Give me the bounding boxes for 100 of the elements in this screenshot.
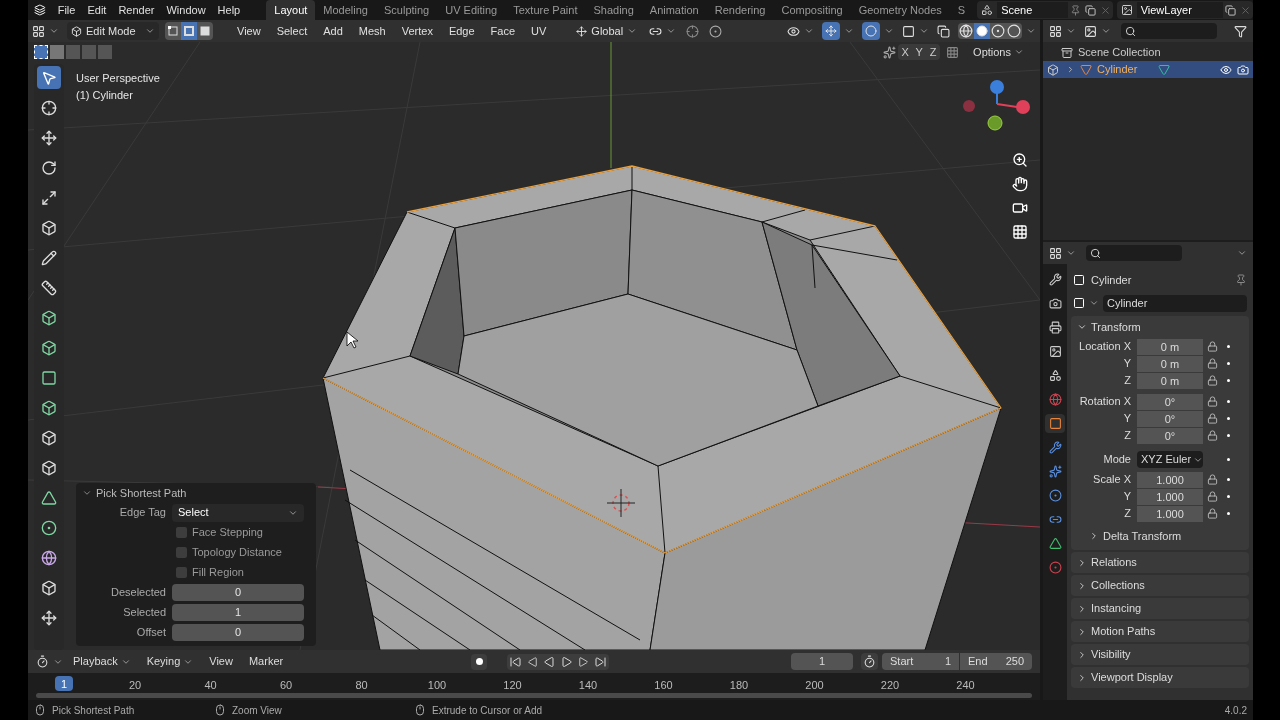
start-frame-field[interactable]: Start 1 — [882, 653, 960, 670]
stopwatch-icon[interactable] — [861, 653, 878, 670]
auto-merge-icon[interactable] — [946, 45, 960, 59]
outliner-type-icon[interactable] — [1049, 24, 1062, 38]
number-field[interactable]: 0 — [172, 624, 304, 641]
select-mode-button[interactable] — [165, 22, 181, 40]
expand-icon[interactable] — [1077, 580, 1087, 591]
playhead[interactable]: 1 — [55, 676, 73, 691]
search-field[interactable] — [1086, 245, 1182, 261]
expand-icon[interactable] — [1089, 531, 1099, 541]
navigation-gizmo-drawing[interactable] — [963, 80, 1030, 131]
panel-header[interactable]: Motion Paths — [1071, 621, 1249, 642]
mesh-data-icon[interactable] — [1158, 63, 1171, 76]
gizmo-toggle[interactable] — [822, 22, 840, 40]
copy-icon[interactable] — [1084, 4, 1096, 16]
select-box-icon[interactable] — [37, 66, 61, 89]
menu-item[interactable]: Vertex — [395, 22, 439, 40]
workspace-tab[interactable]: Modeling — [315, 0, 376, 20]
panel-title[interactable]: Transform — [1091, 318, 1141, 336]
panel-header[interactable]: Instancing — [1071, 598, 1249, 619]
expand-icon[interactable] — [1077, 322, 1087, 332]
copy-icon[interactable] — [1225, 4, 1236, 16]
checkbox[interactable] — [176, 547, 187, 558]
select-mode-toolbar[interactable] — [34, 45, 112, 59]
edge-tag-dropdown[interactable]: Select — [172, 503, 304, 522]
workspace-tab[interactable]: Animation — [641, 0, 707, 20]
menu-item[interactable]: Mesh — [352, 22, 392, 40]
object-icon[interactable] — [1045, 414, 1065, 433]
panel-header[interactable]: Visibility — [1071, 644, 1249, 665]
lock-icon[interactable] — [1207, 474, 1218, 485]
expand-icon[interactable] — [82, 488, 92, 498]
menu-item[interactable]: Face — [484, 22, 522, 40]
search-field[interactable] — [1121, 23, 1217, 39]
workspace-tab[interactable]: S — [949, 0, 974, 20]
lock-icon[interactable] — [1207, 430, 1218, 441]
snap-icon[interactable] — [686, 24, 700, 38]
number-field[interactable]: 0 — [172, 584, 304, 601]
menu-item[interactable]: View — [203, 653, 239, 670]
menu-item[interactable]: Edge — [442, 22, 481, 40]
eye-icon[interactable] — [1220, 63, 1232, 76]
pin-icon[interactable] — [1235, 274, 1247, 286]
workspace-tab[interactable]: UV Editing — [437, 0, 506, 20]
name-field[interactable]: Cylinder — [1103, 294, 1247, 312]
solid-shading-button[interactable] — [974, 23, 990, 39]
lock-icon[interactable] — [1207, 396, 1218, 407]
wireframe-shading-icon[interactable] — [958, 23, 974, 39]
menu-item[interactable]: Playback — [67, 653, 137, 670]
number-field[interactable]: 0 m — [1137, 355, 1203, 372]
mirror-icon[interactable] — [883, 45, 897, 59]
menu-item[interactable]: Help — [211, 1, 247, 19]
panel-header[interactable]: Collections — [1071, 575, 1249, 596]
properties-type-icon[interactable] — [1049, 246, 1062, 260]
lock-icon[interactable] — [1207, 491, 1218, 502]
cylinder-mesh-drawing[interactable] — [322, 165, 1002, 650]
end-frame-field[interactable]: End 250 — [960, 653, 1032, 670]
scrollbar[interactable] — [36, 693, 1032, 698]
hand-icon[interactable] — [1012, 176, 1028, 192]
expand-icon[interactable] — [1077, 672, 1087, 683]
menu-item[interactable]: Window — [160, 1, 212, 19]
axis-toggle[interactable]: Y — [912, 43, 927, 61]
overlay-toggle[interactable] — [862, 22, 880, 40]
expand-icon[interactable] — [1077, 557, 1087, 568]
current-frame-field[interactable]: 1 — [791, 653, 853, 670]
workspace-tab[interactable]: Compositing — [773, 0, 851, 20]
number-field[interactable]: 1.000 — [1137, 471, 1203, 488]
lock-icon[interactable] — [1207, 508, 1218, 519]
visibility-icon[interactable] — [787, 24, 800, 38]
checkbox[interactable] — [176, 527, 187, 538]
number-field[interactable]: 1.000 — [1137, 505, 1203, 522]
object-icon[interactable] — [1073, 297, 1085, 309]
subpanel-title[interactable]: Delta Transform — [1103, 527, 1182, 545]
logo-icon[interactable] — [34, 3, 46, 17]
number-field[interactable]: 1 — [172, 604, 304, 621]
number-field[interactable]: 0 m — [1137, 338, 1203, 355]
expand-icon[interactable] — [1077, 626, 1087, 637]
expand-icon[interactable] — [1077, 649, 1087, 660]
scene-field[interactable]: Scene — [997, 2, 1068, 18]
panel-header[interactable]: Relations — [1071, 552, 1249, 573]
mode-dropdown[interactable]: Edit Mode — [67, 22, 159, 40]
zoom-icon[interactable] — [1012, 152, 1028, 168]
select-mode-button[interactable] — [197, 22, 213, 40]
menu-item[interactable]: View — [231, 22, 267, 40]
material-shading-icon[interactable] — [990, 23, 1006, 39]
view-layer-field[interactable]: ViewLayer — [1136, 2, 1223, 18]
number-field[interactable]: 0° — [1137, 427, 1203, 444]
camera-icon[interactable] — [1012, 200, 1028, 216]
menu-item[interactable]: Marker — [242, 653, 290, 670]
lock-icon[interactable] — [1207, 341, 1218, 352]
expand-icon[interactable] — [1077, 603, 1087, 614]
menu-item[interactable]: Keying — [140, 653, 200, 670]
editor-type-icon[interactable] — [32, 24, 45, 38]
workspace-tab[interactable]: Geometry Nodes — [850, 0, 950, 20]
lock-icon[interactable] — [1207, 375, 1218, 386]
outliner-item[interactable]: Scene Collection — [1078, 44, 1161, 61]
axis-toggle[interactable]: X — [898, 43, 913, 61]
expand-icon[interactable] — [1066, 65, 1075, 74]
lock-icon[interactable] — [1207, 413, 1218, 424]
number-field[interactable]: 0° — [1137, 410, 1203, 427]
filter-icon[interactable] — [1234, 24, 1247, 38]
number-field[interactable]: 0° — [1137, 393, 1203, 410]
